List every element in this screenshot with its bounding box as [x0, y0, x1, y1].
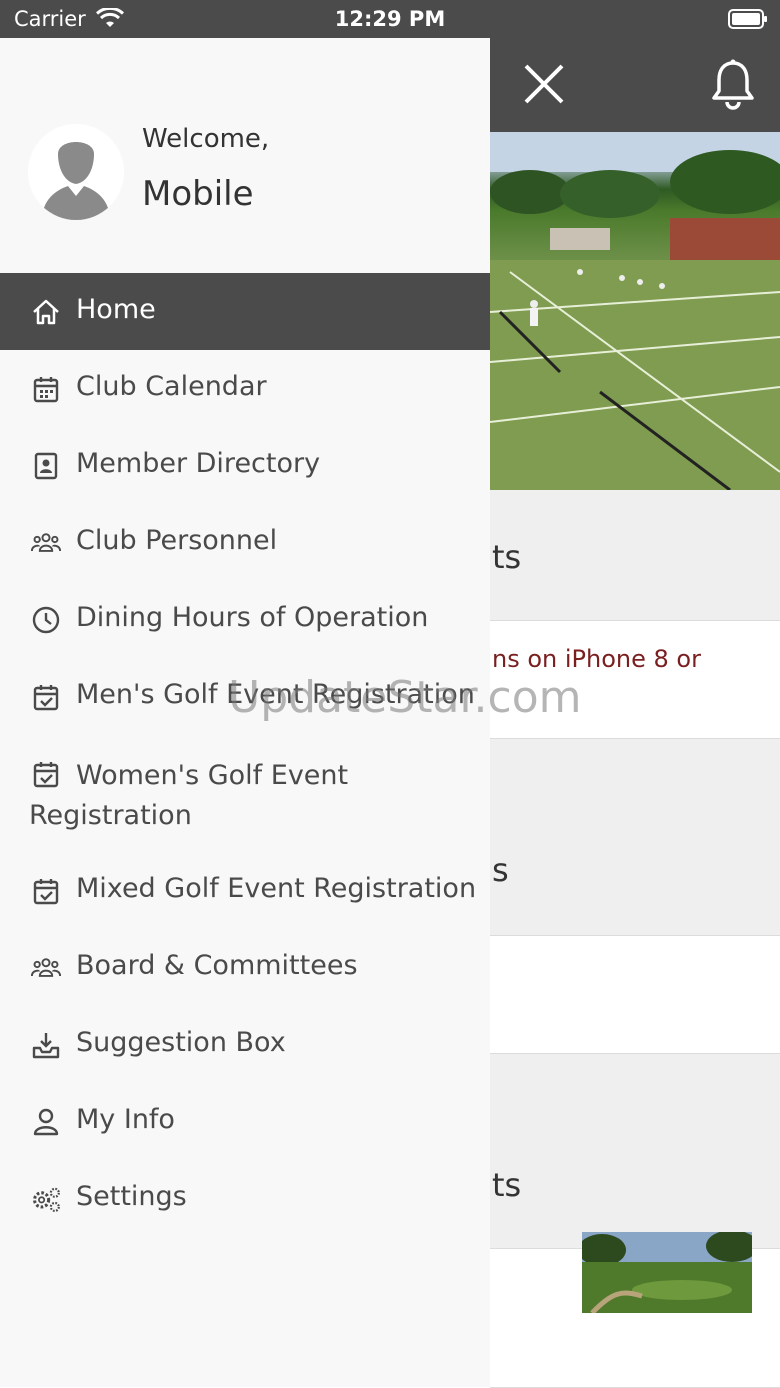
home-icon	[33, 299, 59, 325]
section-title-1: ts	[492, 538, 522, 576]
section-item-2[interactable]	[490, 936, 780, 1054]
menu-item-label: My Info	[76, 1104, 175, 1135]
section-header-2: s	[490, 739, 780, 936]
hero-image-tennis-courts	[490, 132, 780, 490]
close-menu-button[interactable]	[520, 60, 568, 108]
menu-item-club-calendar[interactable]: Club Calendar	[0, 350, 490, 427]
menu-item-mixed-golf-registration[interactable]: Mixed Golf Event Registration	[0, 852, 490, 929]
contact-card-icon	[34, 452, 58, 480]
menu-item-label: Club Personnel	[76, 525, 278, 556]
calendar-check-icon	[33, 879, 59, 905]
menu-item-member-directory[interactable]: Member Directory	[0, 427, 490, 504]
notifications-button[interactable]	[708, 58, 758, 110]
news-thumbnail-image[interactable]	[578, 1230, 758, 1315]
menu-item-label: Dining Hours of Operation	[76, 602, 429, 633]
profile-header: Welcome, Mobile	[0, 38, 490, 273]
menu-item-my-info[interactable]: My Info	[0, 1083, 490, 1160]
section-title-3: ts	[492, 1166, 522, 1204]
menu-item-settings[interactable]: Settings	[0, 1160, 490, 1237]
clock-icon	[32, 606, 60, 634]
menu-item-label: Women's Golf Event Registration	[29, 760, 349, 831]
bell-icon	[712, 59, 754, 110]
menu-item-label: Club Calendar	[76, 371, 267, 402]
section-link-1[interactable]: ns on iPhone 8 or	[492, 645, 701, 673]
section-header-1: ts	[490, 490, 780, 621]
user-icon	[33, 1108, 59, 1136]
section-header-3: ts	[490, 1054, 780, 1249]
calendar-check-icon	[33, 685, 59, 711]
menu-item-label: Board & Committees	[76, 950, 358, 981]
drawer-menu-list: Home Club Calendar Member Directory Club…	[0, 273, 490, 1237]
status-bar: Carrier 12:29 PM	[0, 0, 780, 38]
section-title-2: s	[492, 851, 509, 889]
menu-item-label: Member Directory	[76, 448, 321, 479]
users-icon	[31, 533, 61, 552]
menu-item-label: Suggestion Box	[76, 1027, 286, 1058]
menu-item-home[interactable]: Home	[0, 273, 490, 350]
gears-icon	[32, 1187, 60, 1213]
battery-icon	[728, 9, 768, 29]
menu-item-womens-golf-registration[interactable]: Women's Golf Event Registration	[0, 735, 490, 852]
close-icon	[524, 64, 564, 104]
menu-item-label: Home	[76, 294, 156, 325]
menu-item-club-personnel[interactable]: Club Personnel	[0, 504, 490, 581]
menu-item-label: Settings	[76, 1181, 187, 1212]
calendar-icon	[33, 377, 59, 403]
menu-item-dining-hours[interactable]: Dining Hours of Operation	[0, 581, 490, 658]
user-name: Mobile	[142, 174, 254, 214]
menu-item-board-committees[interactable]: Board & Committees	[0, 929, 490, 1006]
menu-item-label: Mixed Golf Event Registration	[76, 873, 477, 904]
users-icon	[31, 958, 61, 977]
welcome-label: Welcome,	[142, 124, 270, 154]
clock-time: 12:29 PM	[334, 7, 446, 31]
user-silhouette-icon	[28, 124, 124, 220]
inbox-icon	[32, 1033, 60, 1059]
avatar[interactable]	[28, 124, 124, 220]
menu-item-suggestion-box[interactable]: Suggestion Box	[0, 1006, 490, 1083]
watermark-text: UpdateStar.com	[228, 672, 582, 723]
